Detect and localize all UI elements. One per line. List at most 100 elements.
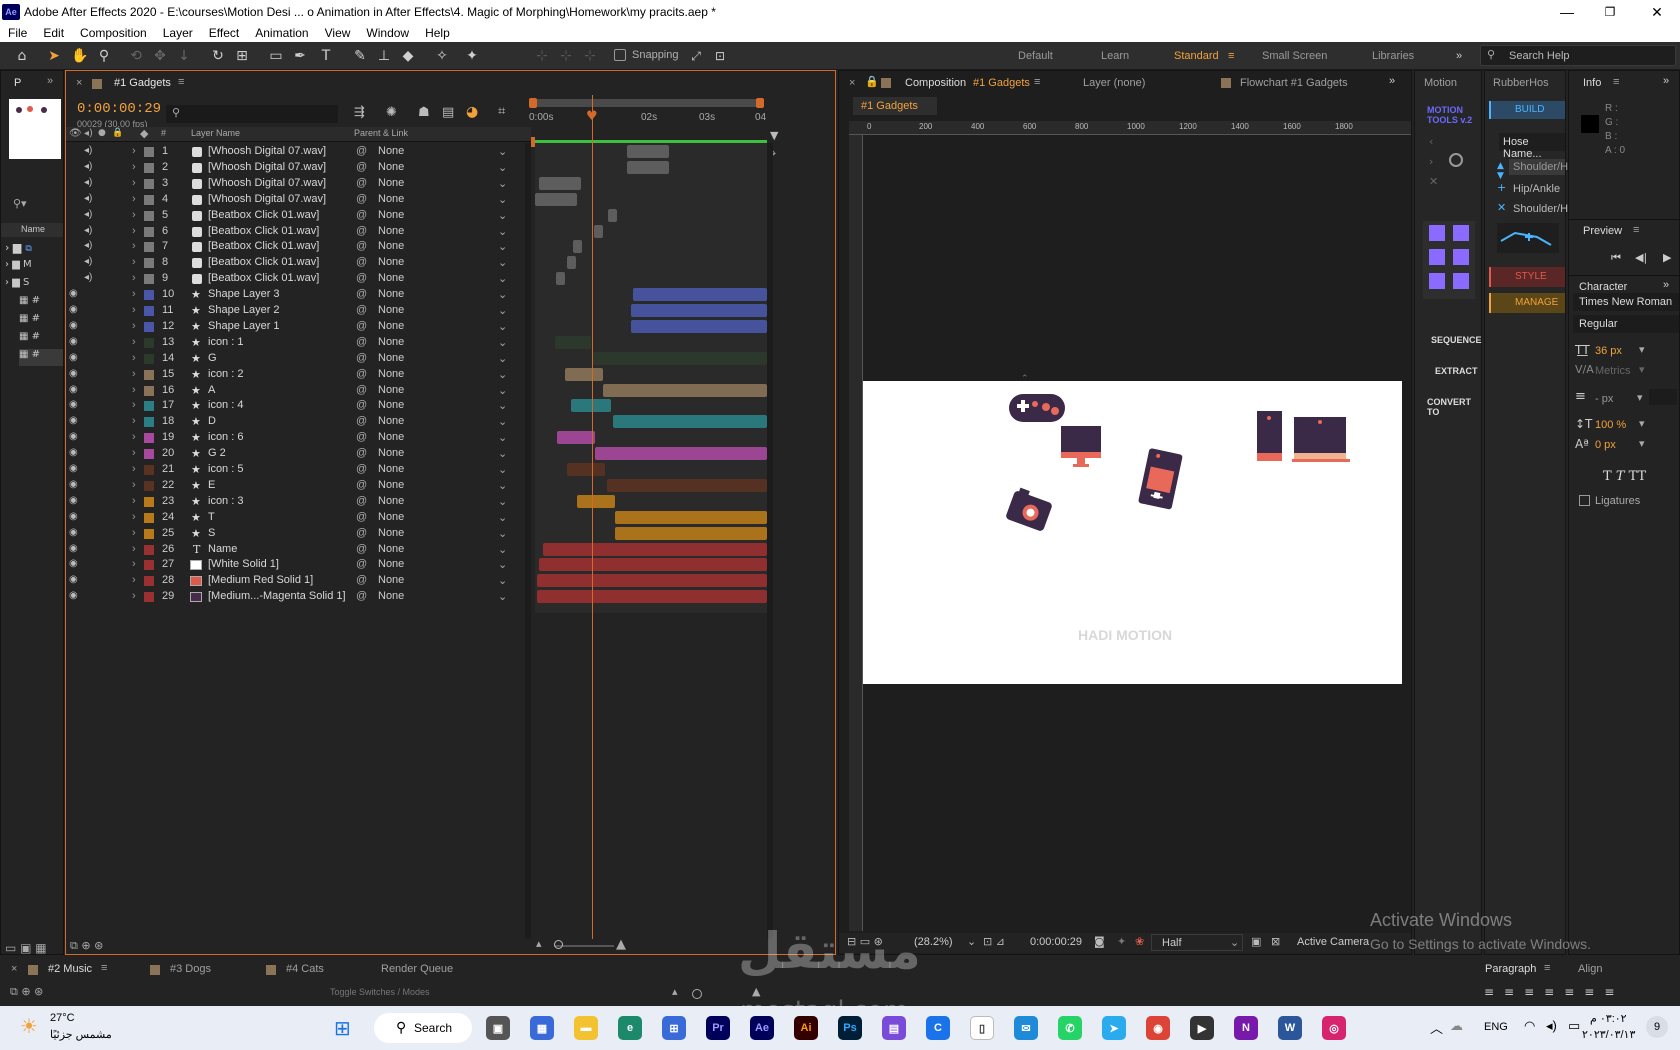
audio-toggle-icon[interactable]: ◂) [84, 225, 92, 236]
chevron-down-icon[interactable]: ⌄ [498, 352, 507, 365]
timeline-layer-row[interactable]: ◉ › 26 T Name @ None ⌄ [66, 541, 531, 558]
layer-duration-bar[interactable] [593, 351, 767, 365]
taskbar-search-box[interactable]: ⚲ Search [374, 1013, 472, 1043]
axis-view-icon[interactable]: ⊹ [580, 46, 600, 66]
search-help-field[interactable]: ⚲ Search Help [1480, 45, 1676, 66]
baseline-shift-value[interactable]: 0 px [1595, 439, 1616, 451]
instagram-icon[interactable]: ◎ [1322, 1016, 1346, 1040]
layer-name[interactable]: G 2 [208, 447, 226, 459]
chevron-down-icon[interactable]: ⌄ [498, 304, 507, 317]
document-icon[interactable]: ▯ [970, 1016, 994, 1040]
pick-whip-icon[interactable]: @ [356, 527, 367, 539]
sequence-button[interactable]: SEQUENCE [1431, 335, 1482, 345]
parent-dropdown[interactable]: None [378, 256, 404, 268]
project-item-folder[interactable]: › ▆ ⧉ [5, 241, 63, 258]
layer-name[interactable]: [Medium...-Magenta Solid 1] [208, 590, 346, 602]
shy-layers-icon[interactable]: ☗ [418, 105, 430, 120]
eye-icon[interactable]: ◉ [69, 399, 78, 410]
label-color-swatch[interactable] [144, 178, 154, 189]
label-color-swatch[interactable] [144, 401, 154, 412]
layer-duration-bar[interactable] [573, 240, 582, 254]
work-area-start-handle[interactable] [529, 98, 537, 108]
parent-dropdown[interactable]: None [378, 511, 404, 523]
zoom-slider-handle[interactable] [554, 940, 563, 949]
menu-effect[interactable]: Effect [201, 26, 247, 40]
expand-chevron-icon[interactable]: › [132, 209, 136, 221]
timeline-layer-row[interactable]: ◂) › 7 [Beatbox Click 01.wav] @ None ⌄ [66, 238, 531, 255]
layer-search-field[interactable]: ⚲ [166, 105, 338, 123]
browser-icon[interactable]: C [926, 1016, 950, 1040]
clock-time[interactable]: ٠٣:٠٢ م [1590, 1012, 1627, 1025]
language-indicator[interactable]: ENG [1484, 1021, 1508, 1033]
align-tab[interactable]: Align [1578, 963, 1602, 975]
snapping-checkbox[interactable] [614, 49, 626, 61]
layer-name[interactable]: [Beatbox Click 01.wav] [208, 209, 319, 221]
time-ruler[interactable]: 0:00s 02s 03s 04 ♥ [529, 95, 831, 143]
timeline-layer-row[interactable]: ◉ › 23 ★ icon : 3 @ None ⌄ [66, 493, 531, 510]
layer-duration-bar[interactable] [607, 478, 767, 492]
onenote-icon[interactable]: N [1234, 1016, 1258, 1040]
pick-whip-icon[interactable]: @ [356, 288, 367, 300]
hose-preview[interactable] [1497, 223, 1559, 253]
expand-chevron-icon[interactable]: › [132, 256, 136, 268]
timeline-layer-row[interactable]: ◉ › 19 ★ icon : 6 @ None ⌄ [66, 429, 531, 446]
parent-dropdown[interactable]: None [378, 558, 404, 570]
chevron-down-icon[interactable]: ⌄ [498, 320, 507, 333]
paragraph-align-icons[interactable]: ≡≡≡≡≡≡≡ [1484, 985, 1624, 999]
eye-icon[interactable]: ◉ [69, 495, 78, 506]
layer-duration-bar[interactable] [613, 415, 767, 429]
timeline-right-scrollbar[interactable] [767, 143, 773, 945]
chevron-down-icon[interactable]: ⌄ [498, 415, 507, 428]
eye-icon[interactable]: ◉ [69, 479, 78, 490]
label-color-swatch[interactable] [144, 417, 154, 428]
layer-name[interactable]: Shape Layer 3 [208, 288, 280, 300]
clock-date[interactable]: ٢٠٢٣/٠٣/١٣ [1582, 1028, 1635, 1041]
parent-dropdown[interactable]: None [378, 479, 404, 491]
pick-whip-icon[interactable]: @ [356, 177, 367, 189]
frame-blending-icon[interactable]: ▤ [442, 105, 454, 120]
pick-whip-icon[interactable]: @ [356, 543, 367, 555]
col-layer-name[interactable]: Layer Name [191, 128, 240, 138]
font-style-dropdown[interactable]: Regular [1573, 315, 1679, 333]
parent-dropdown[interactable]: None [378, 209, 404, 221]
project-tab[interactable]: P [14, 77, 21, 89]
layer-duration-bar[interactable] [539, 176, 581, 190]
label-color-swatch[interactable] [144, 290, 154, 301]
expand-chevron-icon[interactable]: › [132, 384, 136, 396]
layer-name[interactable]: [Whoosh Digital 07.wav] [208, 193, 326, 205]
kerning-value[interactable]: Metrics [1595, 365, 1630, 377]
style-button[interactable]: STYLE [1489, 267, 1565, 287]
eye-icon[interactable]: ◉ [69, 590, 78, 601]
layer-name[interactable]: icon : 2 [208, 368, 243, 380]
resolution-dropdown[interactable]: Half ⌄ [1151, 934, 1243, 951]
pick-whip-icon[interactable]: @ [356, 431, 367, 443]
chrome-icon[interactable]: ◉ [1146, 1016, 1170, 1040]
chevron-down-icon[interactable]: ⌄ [498, 288, 507, 301]
pick-whip-icon[interactable]: @ [356, 352, 367, 364]
playhead-line[interactable] [592, 95, 593, 945]
edge-icon[interactable]: e [618, 1016, 642, 1040]
play-icon[interactable]: ▶ [1663, 251, 1671, 264]
chevron-down-icon[interactable]: ⌄ [498, 161, 507, 174]
parent-dropdown[interactable]: None [378, 399, 404, 411]
expand-chevron-icon[interactable]: › [132, 304, 136, 316]
menu-layer[interactable]: Layer [155, 26, 201, 40]
eye-icon[interactable]: ◉ [69, 527, 78, 538]
eye-icon[interactable]: ◉ [69, 431, 78, 442]
pen-tool-icon[interactable]: ✒ [290, 46, 310, 66]
comp-tab-prefix[interactable]: Composition [905, 77, 966, 89]
timeline-layer-row[interactable]: ◉ › 24 ★ T @ None ⌄ [66, 509, 531, 526]
close-button[interactable]: ✕ [1634, 0, 1680, 24]
comp-close-icon[interactable]: × [849, 77, 855, 89]
parent-dropdown[interactable]: None [378, 272, 404, 284]
pick-whip-icon[interactable]: @ [356, 193, 367, 205]
task-view-icon[interactable]: ▣ [486, 1016, 510, 1040]
chevron-down-icon[interactable]: ⌄ [498, 272, 507, 285]
rotation-tool-icon[interactable]: ↻ [208, 46, 228, 66]
label-color-swatch[interactable] [144, 544, 154, 555]
menu-file[interactable]: File [0, 26, 35, 40]
layer-name[interactable]: [Beatbox Click 01.wav] [208, 256, 319, 268]
pick-whip-icon[interactable]: @ [356, 511, 367, 523]
label-color-swatch[interactable] [144, 433, 154, 444]
layer-duration-bar[interactable] [615, 526, 767, 540]
